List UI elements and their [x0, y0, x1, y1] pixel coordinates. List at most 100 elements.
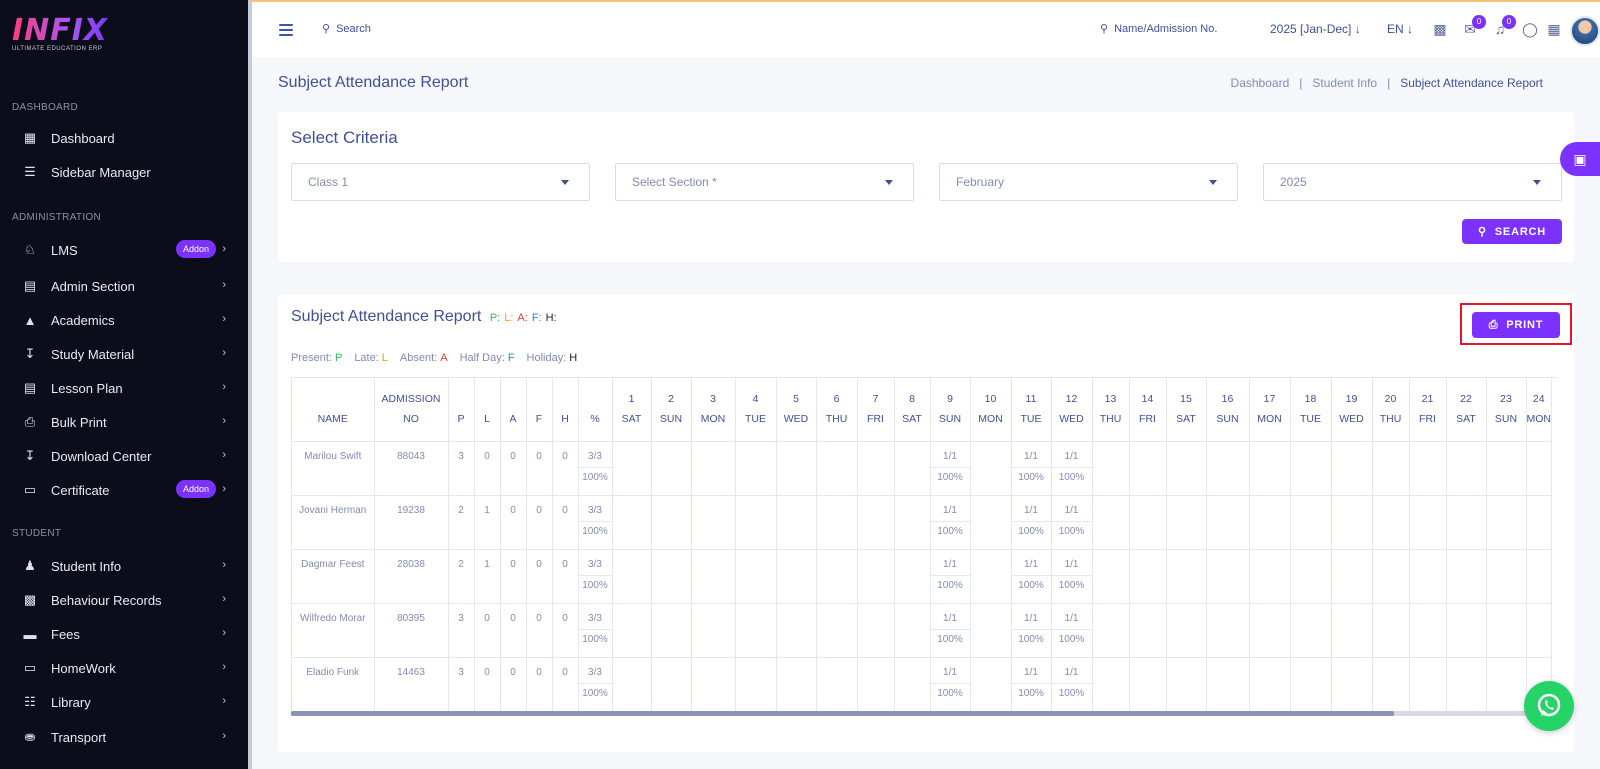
cart-icon[interactable]: ▣: [1560, 142, 1600, 176]
day-cell-value: 1/1: [943, 612, 957, 624]
stat-a-cell-value: 0: [510, 666, 516, 678]
globe-icon[interactable]: ◯: [1522, 21, 1538, 37]
stat-f-cell-value: 0: [536, 504, 542, 516]
sidebar-item-fees[interactable]: ▬ Fees ›: [0, 619, 248, 649]
global-search[interactable]: ⚲ Search: [322, 22, 371, 36]
day-cell-percent: 100%: [930, 574, 970, 591]
day-cell: [1092, 441, 1130, 496]
print-button-label: PRINT: [1506, 319, 1544, 331]
avatar[interactable]: [1570, 16, 1600, 46]
sidebar-item-library[interactable]: ☷ Library ›: [0, 687, 248, 717]
day-cell: [857, 657, 895, 711]
day-cell: [651, 549, 692, 604]
sidebar-item-admin-section[interactable]: ▤ Admin Section ›: [0, 271, 248, 301]
sidebar-item-label: Behaviour Records: [51, 592, 162, 608]
sidebar-item-bulk-print[interactable]: ⎙ Bulk Print ›: [0, 407, 248, 437]
printer-icon: ⎙: [1488, 318, 1499, 331]
sidebar-item-sidebar-manager[interactable]: ☰ Sidebar Manager: [0, 157, 248, 187]
section-select[interactable]: Select Section *: [615, 163, 914, 201]
column-header-day-text: 9: [947, 393, 953, 406]
sidebar-item-study-material[interactable]: ↧ Study Material ›: [0, 339, 248, 369]
class-select[interactable]: Class 1: [291, 163, 590, 201]
top-bar: ⚲ Search ⚲ Name/Admission No. 2025 [Jan-…: [252, 0, 1600, 57]
column-header-day-text: MON: [700, 413, 726, 426]
day-cell: [735, 657, 777, 711]
print-button[interactable]: ⎙ PRINT: [1472, 312, 1560, 338]
admission-no-cell: 80395: [374, 603, 449, 658]
sidebar-item-label: Fees: [51, 626, 80, 642]
sidebar-item-student-info[interactable]: ♟ Student Info ›: [0, 551, 248, 581]
day-cell: [735, 495, 777, 550]
brand-logo[interactable]: INFIX ULTIMATE EDUCATION ERP: [12, 14, 108, 53]
day-cell: [1166, 441, 1207, 496]
search-button[interactable]: ⚲ SEARCH: [1462, 219, 1562, 244]
search-icon: ⚲: [1477, 226, 1487, 238]
table-row: Jovani Herman 19238 2 1 0 0 0 3/3 100% 1/1 100% 1/1…: [292, 495, 1552, 550]
column-header-a: A: [500, 378, 527, 442]
bell-icon[interactable]: ♫ 0: [1492, 15, 1516, 37]
column-header-day-text: MON: [978, 413, 1003, 426]
language-select[interactable]: EN ↓: [1387, 22, 1413, 36]
stat-h-cell: 0: [552, 441, 579, 496]
column-header-day-text: WED: [1339, 413, 1364, 426]
stat-h-cell: 0: [552, 603, 579, 658]
breadcrumb-student-info[interactable]: Student Info: [1312, 76, 1377, 90]
sidebar-item-behaviour-records[interactable]: ▩ Behaviour Records ›: [0, 585, 248, 615]
day-cell-percent: 100%: [1051, 520, 1092, 537]
year-select[interactable]: 2025: [1263, 163, 1562, 201]
hamburger-menu-icon[interactable]: [279, 24, 293, 36]
sidebar-item-homework[interactable]: ▭ HomeWork ›: [0, 653, 248, 683]
stat-f-cell: 0: [526, 657, 553, 711]
sidebar-item-transport[interactable]: ⛂ Transport ›: [0, 722, 248, 752]
whatsapp-chat-button[interactable]: [1524, 681, 1574, 731]
day-cell: 1/1 100%: [1011, 657, 1052, 711]
month-select[interactable]: February: [939, 163, 1238, 201]
day-cell: [1092, 495, 1130, 550]
admission-no-cell-value: 88043: [397, 450, 425, 462]
book-icon: ▭: [23, 482, 37, 497]
stat-a-cell: 0: [500, 441, 527, 496]
sidebar-item-dashboard[interactable]: ▦ Dashboard: [0, 123, 248, 153]
sidebar-item-academics[interactable]: ▲ Academics ›: [0, 305, 248, 335]
robot-icon[interactable]: ▩: [1432, 21, 1448, 37]
stat-p-cell-value: 3: [458, 612, 464, 624]
search-icon: ⚲: [322, 23, 331, 35]
day-cell-percent: 100%: [1011, 574, 1051, 591]
column-header-day-text: 16: [1221, 393, 1234, 406]
percent-cell-value: 3/3: [588, 504, 602, 516]
day-cell-value: 1/1: [1024, 558, 1038, 570]
column-header-day-text: 19: [1345, 393, 1358, 406]
breadcrumb-dashboard[interactable]: Dashboard: [1231, 76, 1290, 90]
day-cell: 1/1 100%: [1051, 657, 1093, 711]
day-cell: [1249, 657, 1291, 711]
student-name-cell-value: Eladio Funk: [306, 666, 360, 678]
day-cell: [1129, 495, 1167, 550]
academic-year-select[interactable]: 2025 [Jan-Dec] ↓: [1270, 22, 1361, 36]
day-cell: [612, 657, 652, 711]
column-header-day-text: 21: [1421, 393, 1434, 406]
legend-code: F: [507, 352, 515, 364]
report-title-row: Subject Attendance Report P: L: A: F: H:: [291, 308, 557, 326]
chart-icon[interactable]: ▦: [1546, 21, 1562, 37]
chat-icon[interactable]: ✉ 0: [1462, 15, 1486, 37]
day-cell: [816, 657, 858, 711]
sidebar-item-certificate[interactable]: ▭ Certificate Addon ›: [0, 475, 248, 505]
day-cell: [970, 549, 1012, 604]
scrollbar-thumb[interactable]: [291, 711, 1394, 716]
horizontal-scrollbar[interactable]: [291, 711, 1558, 716]
student-search[interactable]: ⚲ Name/Admission No.: [1100, 22, 1217, 36]
year-select-value: 2025: [1280, 175, 1307, 189]
legend-label: Half Day:: [459, 352, 505, 364]
column-header-day: 21 FRI: [1409, 378, 1447, 442]
sidebar-item-lesson-plan[interactable]: ▤ Lesson Plan ›: [0, 373, 248, 403]
column-header-day-text: FRI: [1419, 413, 1436, 426]
sidebar-item-download-center[interactable]: ↧ Download Center ›: [0, 441, 248, 471]
sidebar-item-label: Academics: [51, 312, 115, 328]
caret-down-icon: [1209, 180, 1217, 185]
day-cell: [1290, 549, 1332, 604]
day-cell-percent: 100%: [1051, 628, 1092, 645]
breadcrumb-separator: |: [1387, 76, 1391, 90]
attendance-table-scroll[interactable]: NAME ADMISSION NO P L A F H% 1 SAT 2 SUN 3 MON 4 TUE 5 WE…: [291, 377, 1558, 711]
column-header-day: 24 MON: [1526, 378, 1552, 442]
sidebar-item-lms[interactable]: ♘ LMS Addon ›: [0, 235, 248, 265]
